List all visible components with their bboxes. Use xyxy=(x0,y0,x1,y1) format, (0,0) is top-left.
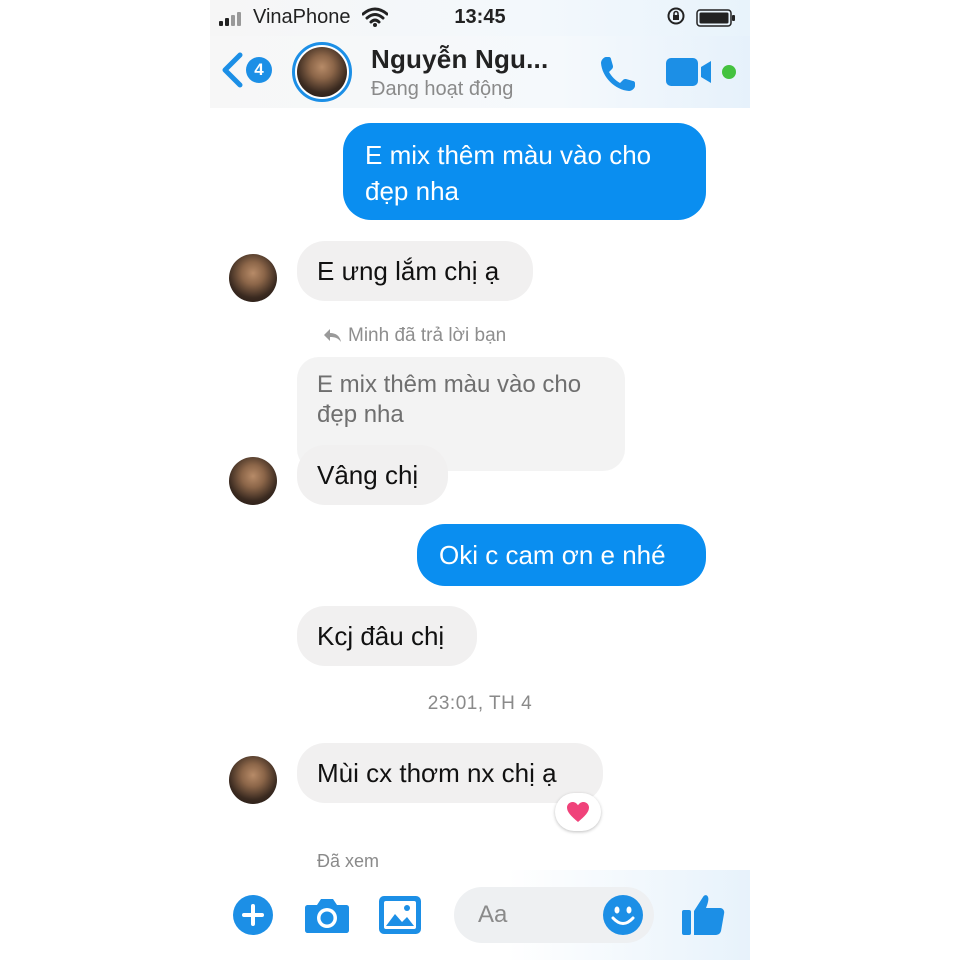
contact-name[interactable]: Nguyễn Ngu... xyxy=(371,44,548,75)
contact-avatar-small[interactable] xyxy=(229,254,277,302)
heart-icon xyxy=(567,801,589,822)
camera-button[interactable] xyxy=(304,895,350,935)
reply-note-text: Minh đã trả lời bạn xyxy=(348,325,507,346)
emoji-button[interactable] xyxy=(602,894,644,936)
messenger-screen: VinaPhone 13:45 4 Nguyễn Ngu... Đang hoạ… xyxy=(210,0,750,960)
contact-avatar[interactable] xyxy=(292,42,352,102)
conversation-header: 4 Nguyễn Ngu... Đang hoạt động xyxy=(210,36,750,108)
message-reaction[interactable] xyxy=(555,793,601,831)
message-bubble-incoming[interactable]: E ưng lắm chị ạ xyxy=(297,241,533,301)
rotation-lock-icon xyxy=(667,7,685,25)
message-bubble-incoming[interactable]: Vâng chị xyxy=(297,445,448,505)
contact-avatar-small[interactable] xyxy=(229,756,277,804)
message-bubble-outgoing[interactable]: E mix thêm màu vào cho đẹp nha xyxy=(343,123,706,220)
add-button[interactable] xyxy=(232,894,274,936)
message-bubble-incoming[interactable]: Mùi cx thơm nx chị ạ xyxy=(297,743,603,803)
quoted-text: E mix thêm màu vào cho đẹp nha xyxy=(317,371,582,428)
contact-avatar-small[interactable] xyxy=(229,457,277,505)
reply-arrow-icon xyxy=(324,329,341,342)
message-text: Kcj đâu chị xyxy=(317,621,445,651)
gallery-button[interactable] xyxy=(378,895,422,935)
chevron-left-icon xyxy=(222,52,243,88)
like-thumbs-up-button[interactable] xyxy=(680,890,728,938)
status-bar: VinaPhone 13:45 xyxy=(210,0,750,36)
message-composer xyxy=(210,870,750,960)
message-text: E ưng lắm chị ạ xyxy=(317,256,500,286)
message-text: Vâng chị xyxy=(317,460,419,490)
contact-status: Đang hoạt động xyxy=(371,78,514,100)
message-bubble-outgoing[interactable]: Oki c cam ơn e nhé xyxy=(417,524,706,586)
video-call-button[interactable] xyxy=(666,56,718,88)
phone-call-button[interactable] xyxy=(596,52,640,96)
active-status-dot xyxy=(722,65,736,79)
timestamp-divider: 23:01, TH 4 xyxy=(427,693,533,714)
message-text: Oki c cam ơn e nhé xyxy=(439,540,666,570)
unread-count-badge: 4 xyxy=(246,57,272,83)
message-bubble-incoming[interactable]: Kcj đâu chị xyxy=(297,606,477,666)
seen-indicator: Đã xem xyxy=(317,851,380,871)
reply-indicator: Minh đã trả lời bạn xyxy=(322,325,506,347)
message-text: Mùi cx thơm nx chị ạ xyxy=(317,758,557,788)
message-text: E mix thêm màu vào cho đẹp nha xyxy=(365,140,652,206)
back-button[interactable]: 4 xyxy=(220,50,278,90)
battery-icon xyxy=(696,9,735,27)
avatar-image xyxy=(297,47,347,97)
